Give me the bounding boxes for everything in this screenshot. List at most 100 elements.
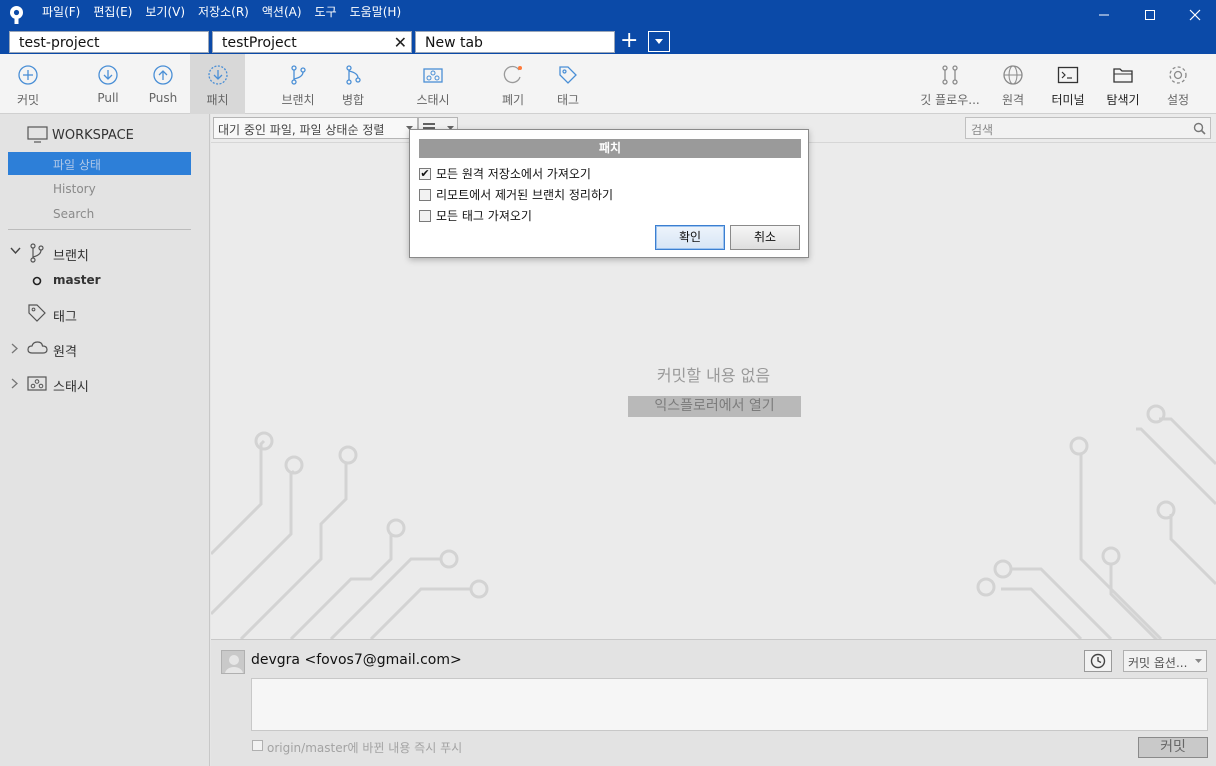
chevron-right-icon — [11, 378, 18, 389]
menu-actions[interactable]: 액션(A) — [262, 3, 302, 20]
sidebar-section-remotes[interactable]: 원격 — [0, 338, 210, 360]
fetch-all-remotes-option[interactable]: ✔ 모든 원격 저장소에서 가져오기 — [419, 165, 591, 182]
merge-tool-button[interactable]: 병합 — [333, 54, 373, 114]
monitor-icon — [27, 126, 48, 143]
fetch-all-tags-option[interactable]: 모든 태그 가져오기 — [419, 207, 532, 224]
commit-options-value: 커밋 옵션... — [1128, 656, 1188, 670]
tab-close-icon[interactable]: ✕ — [394, 33, 407, 52]
close-window-button[interactable] — [1172, 0, 1216, 29]
pull-tool-button[interactable]: Pull — [88, 54, 128, 114]
sidebar-section-branches[interactable]: 브랜치 — [0, 242, 210, 264]
fetch-dialog: 패치 ✔ 모든 원격 저장소에서 가져오기 리모트에서 제거된 브랜치 정리하기… — [409, 129, 809, 258]
prune-branches-checkbox[interactable] — [419, 188, 431, 201]
sidebar-section-tags[interactable]: 태그 — [0, 303, 210, 325]
commit-plus-icon — [18, 65, 38, 85]
sidebar-section-stashes[interactable]: 스태시 — [0, 373, 210, 395]
menu-view[interactable]: 보기(V) — [145, 3, 185, 20]
tab-test-project[interactable]: test-project — [9, 31, 209, 53]
remote-tool-button[interactable]: 원격 — [993, 54, 1033, 114]
maximize-icon — [1145, 9, 1155, 20]
stash-tool-button[interactable]: 스태시 — [408, 54, 458, 114]
commit-options-dropdown[interactable]: 커밋 옵션... — [1123, 650, 1207, 672]
tab-strip: test-project testProject ✕ New tab + — [0, 29, 1216, 54]
commit-button[interactable]: 커밋 — [1138, 737, 1208, 758]
sidebar-item-history[interactable]: History — [0, 182, 210, 200]
fetch-all-tags-checkbox[interactable] — [419, 209, 431, 222]
open-in-explorer-button[interactable]: 익스플로러에서 열기 — [628, 396, 801, 417]
stash-icon — [27, 376, 47, 391]
avatar — [221, 650, 245, 674]
prune-branches-label: 리모트에서 제거된 브랜치 정리하기 — [436, 188, 614, 202]
push-tool-button[interactable]: Push — [143, 54, 183, 114]
title-bar: 파일(F) 편집(E) 보기(V) 저장소(R) 액션(A) 도구 도움말(H) — [0, 0, 1216, 29]
cancel-button[interactable]: 취소 — [730, 225, 800, 250]
ok-button[interactable]: 확인 — [655, 225, 725, 250]
menu-file[interactable]: 파일(F) — [42, 3, 80, 20]
terminal-icon — [1057, 66, 1079, 84]
current-branch-icon — [32, 276, 42, 286]
minimize-button[interactable] — [1081, 0, 1127, 29]
chevron-right-icon — [11, 343, 18, 354]
toolbar: 커밋 Pull Push 패치 브랜치 병합 스태시 폐기 태그 깃 플로우..… — [0, 54, 1216, 114]
menu-help[interactable]: 도움말(H) — [350, 3, 402, 20]
tag-tool-button[interactable]: 태그 — [548, 54, 588, 114]
folder-icon — [1113, 68, 1133, 83]
tab-testproject[interactable]: testProject ✕ — [212, 31, 412, 53]
file-filter-dropdown[interactable]: 대기 중인 파일, 파일 상태순 정렬 — [213, 117, 418, 139]
commit-tool-button[interactable]: 커밋 — [8, 54, 48, 114]
sidebar-branch-master[interactable]: master — [0, 272, 210, 290]
menu-tools[interactable]: 도구 — [315, 3, 337, 20]
gitflow-tool-button[interactable]: 깃 플로우... — [917, 54, 983, 114]
fetch-all-remotes-label: 모든 원격 저장소에서 가져오기 — [436, 167, 591, 181]
fetch-tool-button[interactable]: 패치 — [190, 54, 245, 114]
commit-history-button[interactable] — [1084, 650, 1112, 672]
tab-menu-button[interactable] — [648, 31, 670, 52]
commit-author: devgra <fovos7@gmail.com> — [251, 652, 462, 668]
commit-message-input[interactable] — [251, 678, 1208, 731]
sidebar-item-search[interactable]: Search — [0, 207, 210, 225]
gitflow-icon — [942, 65, 958, 85]
empty-state-message: 커밋할 내용 없음 — [656, 366, 771, 385]
terminal-tool-button[interactable]: 터미널 — [1046, 54, 1090, 114]
merge-icon — [346, 65, 361, 85]
tab-label: testProject — [222, 35, 297, 51]
chevron-down-icon — [10, 247, 21, 255]
chevron-down-icon — [655, 39, 663, 44]
push-immediately-checkbox[interactable] — [252, 740, 263, 751]
fetch-all-remotes-checkbox[interactable]: ✔ — [419, 167, 431, 180]
clock-icon — [1090, 653, 1106, 669]
menu-repository[interactable]: 저장소(R) — [198, 3, 249, 20]
add-tab-icon[interactable]: + — [620, 30, 638, 52]
settings-tool-button[interactable]: 설정 — [1158, 54, 1198, 114]
minimize-icon — [1099, 14, 1109, 15]
sidebar: WORKSPACE 파일 상태 History Search 브랜치 maste… — [0, 114, 210, 766]
explorer-tool-button[interactable]: 탐색기 — [1100, 54, 1146, 114]
branch-icon — [30, 243, 44, 263]
tab-new-tab[interactable]: New tab — [415, 31, 615, 53]
close-icon — [1189, 9, 1201, 20]
fetch-arrow-icon — [207, 65, 228, 85]
sourcetree-logo-icon — [10, 6, 23, 24]
dialog-title: 패치 — [419, 139, 801, 158]
stash-icon — [423, 68, 443, 83]
search-input[interactable]: 검색 — [965, 117, 1211, 139]
discard-tool-button[interactable]: 폐기 — [493, 54, 533, 114]
menu-bar: 파일(F) 편집(E) 보기(V) 저장소(R) 액션(A) 도구 도움말(H) — [42, 3, 414, 20]
sidebar-workspace-header: WORKSPACE — [0, 126, 210, 146]
branch-tool-button[interactable]: 브랜치 — [278, 54, 318, 114]
gear-icon — [1169, 66, 1187, 84]
globe-icon — [1003, 65, 1023, 85]
tab-label: test-project — [19, 35, 100, 51]
sidebar-divider — [8, 229, 191, 230]
file-filter-value: 대기 중인 파일, 파일 상태순 정렬 — [218, 123, 385, 137]
search-icon — [1193, 122, 1206, 135]
maximize-button[interactable] — [1127, 0, 1173, 29]
menu-edit[interactable]: 편집(E) — [93, 3, 132, 20]
user-avatar-icon — [225, 655, 243, 673]
search-placeholder: 검색 — [971, 123, 994, 137]
sidebar-item-file-status[interactable]: 파일 상태 — [8, 152, 191, 175]
tag-icon — [559, 66, 577, 84]
tag-icon — [28, 304, 46, 322]
discard-icon — [503, 65, 522, 84]
prune-branches-option[interactable]: 리모트에서 제거된 브랜치 정리하기 — [419, 186, 613, 203]
